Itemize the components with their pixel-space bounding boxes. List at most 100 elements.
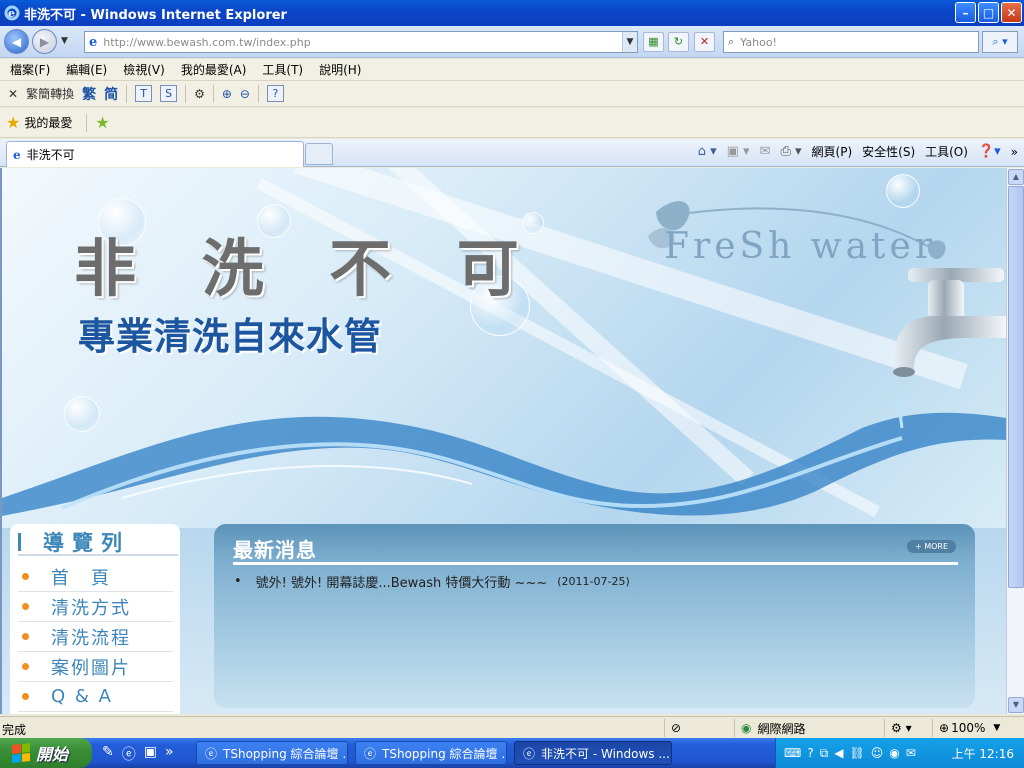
- feeds-icon[interactable]: ▣ ▾: [727, 144, 750, 159]
- page-menu[interactable]: 網頁(P): [812, 143, 853, 160]
- convert-label[interactable]: 繁簡轉換: [26, 85, 74, 102]
- tab-title: 非洗不可: [26, 148, 75, 162]
- nav-item-label: 首 頁: [51, 567, 111, 589]
- taskbar-item[interactable]: ⓔ TShopping 綜合論壇 ...: [196, 741, 348, 765]
- menu-file[interactable]: 檔案(F): [10, 61, 50, 78]
- menu-tools[interactable]: 工具(T): [262, 61, 303, 78]
- add-favorite-icon[interactable]: ★: [95, 113, 109, 132]
- nav-item-method[interactable]: 清洗方式: [18, 592, 173, 622]
- news-item-text: 號外! 號外! 開幕誌慶...Bewash 特價大行動 ~~~: [255, 576, 548, 591]
- maximize-button[interactable]: □: [978, 2, 999, 23]
- back-button[interactable]: ◀: [4, 29, 29, 54]
- close-toolbar-icon[interactable]: ✕: [8, 87, 18, 101]
- separator: [126, 84, 128, 103]
- menu-view[interactable]: 檢視(V): [123, 61, 165, 78]
- nav-heading-text: 導覽列: [43, 531, 130, 555]
- page-simp-icon[interactable]: S: [160, 85, 178, 102]
- search-button[interactable]: ⌕ ▾: [982, 31, 1018, 53]
- zoom-out-icon[interactable]: ⊖: [240, 87, 250, 101]
- help-icon[interactable]: ?: [807, 746, 813, 760]
- zone-cell: ◉ 網際網路: [734, 719, 884, 737]
- quicklaunch-app-icon[interactable]: ▣: [144, 744, 157, 764]
- chevron-right-icon[interactable]: »: [165, 744, 174, 764]
- nav-item-cases[interactable]: 案例圖片: [18, 652, 173, 682]
- command-bar: ⌂ ▾ ▣ ▾ ✉ ⎙ ▾ 網頁(P) 安全性(S) 工具(O) ❓▾ »: [698, 143, 1018, 160]
- site-title: 非 洗 不 可: [74, 232, 541, 305]
- quicklaunch-app-icon[interactable]: ✎: [102, 744, 114, 764]
- minimize-button[interactable]: –: [955, 2, 976, 23]
- separator: [185, 84, 187, 103]
- bullet-icon: [22, 573, 29, 580]
- simplified-button[interactable]: 简: [104, 84, 118, 104]
- address-field[interactable]: e http://www.bewash.com.tw/index.php ▼: [84, 31, 638, 53]
- menu-edit[interactable]: 編輯(E): [66, 61, 107, 78]
- start-label: 開始: [36, 745, 69, 764]
- taskbar-item-active[interactable]: ⓔ 非洗不可 - Windows ...: [514, 741, 672, 765]
- windows-flag-icon: [12, 743, 30, 763]
- safety-menu[interactable]: 安全性(S): [862, 143, 915, 160]
- new-tab-button[interactable]: [305, 143, 333, 165]
- print-icon[interactable]: ⎙ ▾: [780, 144, 801, 159]
- quick-launch: ✎ ⓔ ▣ »: [102, 744, 174, 764]
- privacy-icon[interactable]: ⊘: [664, 719, 732, 737]
- close-button[interactable]: ✕: [1001, 2, 1022, 23]
- more-button[interactable]: + MORE: [907, 540, 956, 553]
- taskbar-item-label: TShopping 綜合論壇 ...: [382, 746, 507, 761]
- scroll-thumb[interactable]: [1008, 186, 1024, 588]
- zoom-in-icon[interactable]: ⊕: [222, 87, 232, 101]
- smiley-icon[interactable]: ☺: [871, 746, 884, 760]
- help-menu-icon[interactable]: ❓▾: [978, 144, 1001, 159]
- forward-button[interactable]: ▶: [32, 29, 57, 54]
- network-icon[interactable]: ⛓: [850, 746, 865, 760]
- address-dropdown-icon[interactable]: ▼: [622, 32, 637, 52]
- water-splash-image: [2, 397, 1006, 516]
- taskbar-item-label: 非洗不可 - Windows ...: [541, 746, 670, 761]
- bullet-icon: [22, 633, 29, 640]
- keyboard-icon[interactable]: ⌨: [784, 746, 801, 760]
- refresh-icon[interactable]: ↻: [668, 32, 689, 52]
- status-bar: 完成 ⊘ ◉ 網際網路 ⚙ ▾ ⊕ 100% ▼: [0, 716, 1024, 738]
- chevron-right-icon[interactable]: »: [1011, 145, 1018, 159]
- mail-icon[interactable]: ✉: [760, 144, 771, 159]
- menu-favorites[interactable]: 我的最愛(A): [181, 61, 247, 78]
- zoom-control[interactable]: ⊕ 100% ▼: [932, 719, 1004, 737]
- home-icon[interactable]: ⌂ ▾: [698, 144, 717, 159]
- quicklaunch-ie-icon[interactable]: ⓔ: [122, 744, 136, 764]
- settings-icon[interactable]: ⚙: [194, 87, 205, 101]
- favorites-button[interactable]: 我的最愛: [24, 114, 72, 131]
- tools-menu[interactable]: 工具(O): [925, 143, 968, 160]
- nav-item-qa[interactable]: Q & A: [18, 682, 173, 712]
- scroll-down-icon[interactable]: ▼: [1008, 697, 1024, 713]
- display-icon[interactable]: ⧉: [820, 746, 829, 761]
- search-input[interactable]: ⌕ Yahoo!: [723, 31, 979, 53]
- protected-mode-icon[interactable]: ⚙ ▾: [884, 719, 932, 737]
- history-dropdown-icon[interactable]: ▼: [61, 36, 68, 46]
- help-icon[interactable]: ?: [266, 85, 284, 102]
- scroll-up-icon[interactable]: ▲: [1008, 169, 1024, 185]
- nav-item-label: 清洗方式: [51, 597, 131, 619]
- page-trad-icon[interactable]: T: [135, 85, 153, 102]
- bullet-icon: •: [234, 574, 242, 589]
- favorites-star-icon[interactable]: ★: [6, 113, 20, 132]
- menu-help[interactable]: 說明(H): [319, 61, 361, 78]
- menu-bar: 檔案(F) 編輯(E) 檢視(V) 我的最愛(A) 工具(T) 說明(H): [0, 59, 1024, 81]
- page-icon: e: [89, 34, 98, 50]
- nav-item-home[interactable]: 首 頁: [18, 562, 173, 592]
- globe-icon[interactable]: ◉: [889, 746, 899, 760]
- hero-banner: 非 洗 不 可 專業清洗自來水管 FreSh water: [2, 168, 1006, 528]
- vertical-scrollbar[interactable]: ▲ ▼: [1006, 168, 1024, 714]
- tab-current[interactable]: e 非洗不可: [6, 141, 304, 167]
- arrow-left-icon[interactable]: ◀: [834, 746, 843, 760]
- compatibility-icon[interactable]: ▦: [643, 32, 664, 52]
- news-item[interactable]: • 號外! 號外! 開幕誌慶...Bewash 特價大行動 ~~~ (2011-…: [234, 572, 630, 591]
- traditional-button[interactable]: 繁: [82, 84, 96, 104]
- start-button[interactable]: 開始: [0, 738, 92, 768]
- clock: 上午 12:16: [951, 746, 1014, 761]
- tab-row: e 非洗不可 ⌂ ▾ ▣ ▾ ✉ ⎙ ▾ 網頁(P) 安全性(S) 工具(O) …: [0, 139, 1024, 167]
- chat-icon[interactable]: ✉: [906, 746, 916, 760]
- nav-item-label: Q & A: [51, 686, 113, 707]
- stop-icon[interactable]: ✕: [694, 32, 715, 52]
- taskbar-item[interactable]: ⓔ TShopping 綜合論壇 ...: [355, 741, 507, 765]
- title-bar: e 非洗不可 - Windows Internet Explorer – □ ✕: [0, 0, 1024, 26]
- nav-item-process[interactable]: 清洗流程: [18, 622, 173, 652]
